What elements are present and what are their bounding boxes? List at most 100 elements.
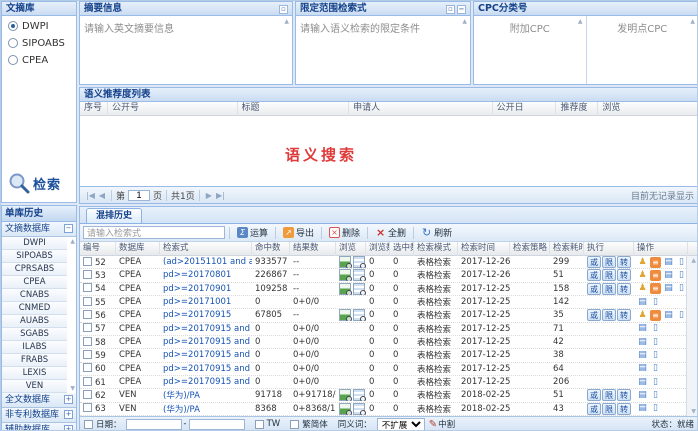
doc-lib-option[interactable]: DWPI bbox=[8, 19, 76, 33]
delete-icon[interactable]: ▯ bbox=[676, 310, 686, 321]
sidebar-item-cnmed[interactable]: CNMED bbox=[2, 302, 67, 315]
row-checkbox[interactable] bbox=[83, 377, 92, 386]
statistics-icon[interactable]: ♟ bbox=[637, 310, 648, 321]
history-column-header[interactable]: 浏览 bbox=[336, 242, 366, 256]
row-checkbox[interactable] bbox=[83, 390, 92, 399]
sidebar-item-cprsabs[interactable]: CPRSABS bbox=[2, 263, 67, 276]
sidebar-item-lexis[interactable]: LEXIS bbox=[2, 367, 67, 380]
history-column-header[interactable]: 数据库 bbox=[116, 242, 160, 256]
exec-button[interactable]: 限 bbox=[602, 403, 616, 415]
note-icon[interactable]: ▤ bbox=[637, 323, 648, 334]
exec-button[interactable]: 转 bbox=[617, 269, 631, 281]
first-page-button[interactable]: |◀ bbox=[86, 191, 95, 200]
collapse-icon[interactable]: − bbox=[64, 224, 73, 233]
exec-button[interactable]: 转 bbox=[617, 283, 631, 295]
traditional-simplified-checkbox[interactable] bbox=[290, 420, 299, 429]
row-checkbox[interactable] bbox=[83, 310, 92, 319]
exec-button[interactable]: 限 bbox=[602, 309, 616, 321]
note-icon[interactable]: ▤ bbox=[637, 363, 648, 374]
date-checkbox[interactable] bbox=[84, 420, 93, 429]
note-icon[interactable]: ▤ bbox=[637, 390, 648, 401]
sidebar-item-auabs[interactable]: AUABS bbox=[2, 315, 67, 328]
scroll-up-icon[interactable]: ▲ bbox=[690, 18, 695, 25]
toolbar-button[interactable]: Σ运算 bbox=[234, 224, 271, 241]
sidebar-item-cpea[interactable]: CPEA bbox=[2, 276, 67, 289]
row-checkbox[interactable] bbox=[83, 337, 92, 346]
sidebar-item-dwpi[interactable]: DWPI bbox=[2, 237, 67, 250]
report-icon[interactable]: ≡ bbox=[650, 310, 661, 321]
results-column-header[interactable]: 浏览 bbox=[598, 102, 698, 116]
toolbar-button[interactable]: ↻刷新 bbox=[418, 224, 455, 241]
history-column-header[interactable]: 浏览数 bbox=[366, 242, 390, 256]
abstract-input[interactable] bbox=[80, 16, 292, 84]
history-column-header[interactable]: 检索耗时.. bbox=[550, 242, 584, 256]
word-cut-label[interactable]: 中割 bbox=[438, 418, 455, 430]
last-page-button[interactable]: ▶| bbox=[216, 191, 225, 200]
date-from-input[interactable] bbox=[126, 419, 182, 430]
row-checkbox[interactable] bbox=[83, 297, 92, 306]
history-column-header[interactable]: 检索策略 bbox=[510, 242, 550, 256]
cpc-invention-input[interactable] bbox=[587, 16, 698, 84]
panel-tool-icon[interactable]: ▫ bbox=[279, 5, 288, 14]
table-browse-icon[interactable] bbox=[353, 283, 365, 295]
row-checkbox[interactable] bbox=[83, 363, 92, 372]
graph-browse-icon[interactable] bbox=[339, 256, 351, 268]
note-icon[interactable]: ▤ bbox=[637, 297, 648, 308]
scroll-down-icon[interactable]: ▼ bbox=[70, 385, 75, 392]
doc-lib-option[interactable]: CPEA bbox=[8, 53, 76, 67]
exec-button[interactable]: 限 bbox=[602, 256, 616, 268]
sidebar-item-sipoabs[interactable]: SIPOABS bbox=[2, 250, 67, 263]
note-icon[interactable]: ▤ bbox=[663, 270, 674, 281]
exec-button[interactable]: 限 bbox=[602, 389, 616, 401]
table-browse-icon[interactable] bbox=[353, 403, 365, 415]
radio-icon[interactable] bbox=[8, 38, 18, 48]
delete-icon[interactable]: ▯ bbox=[650, 323, 661, 334]
sidebar-group-header[interactable]: 全文数据库+ bbox=[2, 393, 76, 408]
report-icon[interactable]: ≡ bbox=[650, 257, 661, 268]
note-icon[interactable]: ▤ bbox=[663, 257, 674, 268]
table-browse-icon[interactable] bbox=[353, 389, 365, 401]
exec-button[interactable]: 转 bbox=[617, 309, 631, 321]
query-link[interactable]: (ad>20151101 and ad<20161.. bbox=[163, 257, 252, 267]
query-link[interactable]: (华为)/PA bbox=[163, 391, 200, 401]
search-button[interactable]: 检索 bbox=[8, 172, 61, 194]
note-icon[interactable]: ▤ bbox=[637, 350, 648, 361]
results-column-header[interactable]: 公开日 bbox=[493, 102, 557, 116]
table-browse-icon[interactable] bbox=[353, 256, 365, 268]
results-column-header[interactable]: 推荐度 bbox=[556, 102, 598, 116]
sidebar-group-header[interactable]: 文摘数据库− bbox=[2, 222, 76, 237]
graph-browse-icon[interactable] bbox=[339, 389, 351, 401]
sidebar-group-header[interactable]: 非专利数据库+ bbox=[2, 408, 76, 423]
tab-mixed-history[interactable]: 混排历史 bbox=[86, 208, 142, 223]
history-column-header[interactable]: 编号 bbox=[80, 242, 116, 256]
exec-button[interactable]: 或 bbox=[587, 403, 601, 415]
exec-button[interactable]: 限 bbox=[602, 269, 616, 281]
graph-browse-icon[interactable] bbox=[339, 283, 351, 295]
row-checkbox[interactable] bbox=[83, 350, 92, 359]
query-link[interactable]: pd>=20170915 and samsung bbox=[163, 350, 252, 360]
note-icon[interactable]: ▤ bbox=[663, 310, 674, 321]
scroll-up-icon[interactable]: ▲ bbox=[70, 238, 75, 245]
scrollbar[interactable]: ▲ ▼ bbox=[686, 256, 698, 416]
sidebar-item-sgabs[interactable]: SGABS bbox=[2, 328, 67, 341]
prev-page-button[interactable]: ◀ bbox=[99, 191, 105, 200]
sidebar-item-ven[interactable]: VEN bbox=[2, 380, 67, 393]
query-link[interactable]: pd>=20170915 and drug bbox=[163, 377, 252, 387]
limit-input[interactable] bbox=[296, 16, 470, 84]
note-icon[interactable]: ▤ bbox=[637, 337, 648, 348]
results-column-header[interactable]: 申请人 bbox=[349, 102, 493, 116]
exec-button[interactable]: 或 bbox=[587, 269, 601, 281]
page-number-input[interactable] bbox=[128, 190, 150, 201]
toolbar-button[interactable]: ×删除 bbox=[326, 224, 363, 241]
delete-icon[interactable]: ▯ bbox=[650, 297, 661, 308]
expand-icon[interactable]: + bbox=[64, 425, 73, 431]
history-column-header[interactable]: 检索时间 bbox=[458, 242, 510, 256]
delete-icon[interactable]: ▯ bbox=[650, 390, 661, 401]
sidebar-item-cnabs[interactable]: CNABS bbox=[2, 289, 67, 302]
results-column-header[interactable]: 序号 bbox=[80, 102, 108, 116]
table-browse-icon[interactable] bbox=[353, 269, 365, 281]
tw-checkbox[interactable] bbox=[255, 420, 264, 429]
query-input[interactable] bbox=[83, 226, 225, 239]
row-checkbox[interactable] bbox=[83, 270, 92, 279]
scroll-up-icon[interactable]: ▲ bbox=[284, 18, 289, 25]
